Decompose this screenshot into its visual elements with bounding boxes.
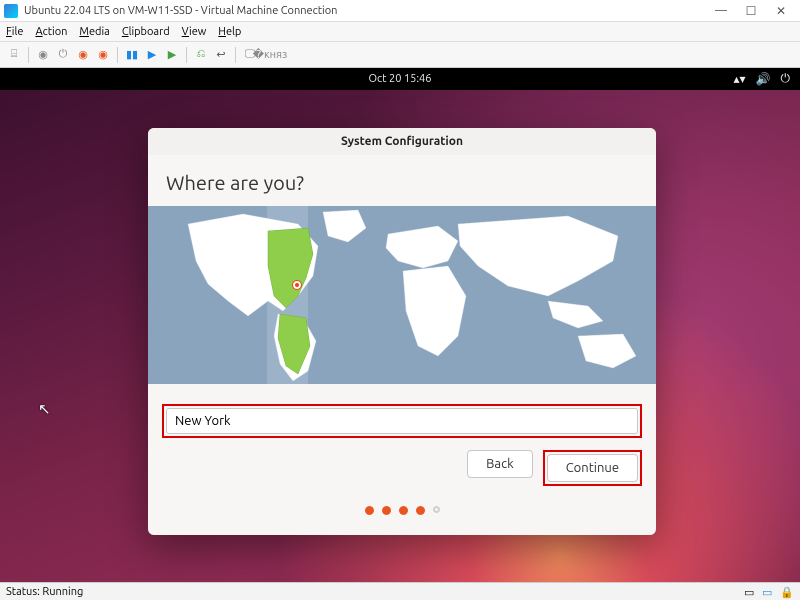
shutdown-icon[interactable]: ◉ bbox=[75, 47, 91, 63]
installer-button-row: Back Continue bbox=[148, 438, 656, 486]
progress-dots bbox=[148, 486, 656, 521]
revert-icon[interactable]: ↩ bbox=[213, 47, 229, 63]
power-icon[interactable]: ⏻ bbox=[781, 72, 791, 86]
world-map-svg bbox=[148, 206, 656, 384]
location-input-highlight bbox=[162, 404, 642, 438]
gnome-clock[interactable]: Oct 20 15:46 bbox=[369, 73, 432, 85]
host-menubar: File Action Media Clipboard View Help bbox=[0, 22, 800, 42]
menu-view[interactable]: View bbox=[182, 26, 207, 38]
installer-window: System Configuration Where are you? bbox=[148, 128, 656, 535]
menu-clipboard[interactable]: Clipboard bbox=[122, 26, 170, 38]
location-input[interactable] bbox=[166, 408, 638, 434]
location-pin-icon bbox=[293, 281, 301, 289]
checkpoint-icon[interactable]: ⎌ bbox=[193, 47, 209, 63]
progress-dot bbox=[365, 506, 374, 515]
maximize-button[interactable]: ☐ bbox=[736, 4, 766, 18]
status-value: Running bbox=[42, 586, 83, 598]
vm-viewport: Oct 20 15:46 ▴▾ 🔊 ⏻ System Configuration… bbox=[0, 68, 800, 582]
installer-titlebar: System Configuration bbox=[148, 128, 656, 155]
progress-dot bbox=[416, 506, 425, 515]
continue-button[interactable]: Continue bbox=[547, 454, 638, 482]
status-label: Status: bbox=[6, 586, 40, 598]
status-disk-icon: ▭ bbox=[762, 586, 776, 598]
share-icon[interactable]: �княз bbox=[262, 47, 278, 63]
gnome-top-bar: Oct 20 15:46 ▴▾ 🔊 ⏻ bbox=[0, 68, 800, 90]
menu-action[interactable]: Action bbox=[35, 26, 67, 38]
menu-media[interactable]: Media bbox=[79, 26, 109, 38]
progress-dot-upcoming bbox=[433, 506, 440, 513]
timezone-map[interactable] bbox=[148, 206, 656, 384]
progress-dot bbox=[399, 506, 408, 515]
host-toolbar: ⌸ ◉ ⏻ ◉ ◉ ▮▮ ▶ ▶ ⎌ ↩ 🖵 �княз bbox=[0, 42, 800, 68]
status-net-icon: ▭ bbox=[744, 586, 758, 598]
menu-file[interactable]: File bbox=[6, 26, 23, 38]
close-button[interactable]: ✕ bbox=[766, 4, 796, 18]
ctrl-alt-del-icon[interactable]: ⌸ bbox=[6, 47, 22, 63]
host-statusbar: Status: Running ▭ ▭ 🔒 bbox=[0, 582, 800, 600]
gnome-system-tray[interactable]: ▴▾ 🔊 ⏻ bbox=[734, 72, 791, 86]
minimize-button[interactable]: — bbox=[706, 4, 736, 17]
status-lock-icon: 🔒 bbox=[780, 586, 794, 598]
progress-dot bbox=[382, 506, 391, 515]
installer-heading: Where are you? bbox=[148, 171, 656, 206]
reset-icon[interactable]: ▶ bbox=[144, 47, 160, 63]
volume-icon[interactable]: 🔊 bbox=[756, 72, 771, 86]
back-button[interactable]: Back bbox=[467, 450, 533, 478]
turnoff-icon[interactable]: ⏻ bbox=[55, 47, 71, 63]
save-icon[interactable]: ◉ bbox=[95, 47, 111, 63]
menu-help[interactable]: Help bbox=[218, 26, 241, 38]
network-icon[interactable]: ▴▾ bbox=[734, 72, 746, 86]
host-window-titlebar: Ubuntu 22.04 LTS on VM-W11-SSD - Virtual… bbox=[0, 0, 800, 22]
continue-button-highlight: Continue bbox=[543, 450, 642, 486]
host-window-title: Ubuntu 22.04 LTS on VM-W11-SSD - Virtual… bbox=[24, 5, 337, 17]
pause-icon[interactable]: ▮▮ bbox=[124, 47, 140, 63]
start-icon[interactable]: ◉ bbox=[35, 47, 51, 63]
vm-app-icon bbox=[4, 4, 18, 18]
play-icon[interactable]: ▶ bbox=[164, 47, 180, 63]
